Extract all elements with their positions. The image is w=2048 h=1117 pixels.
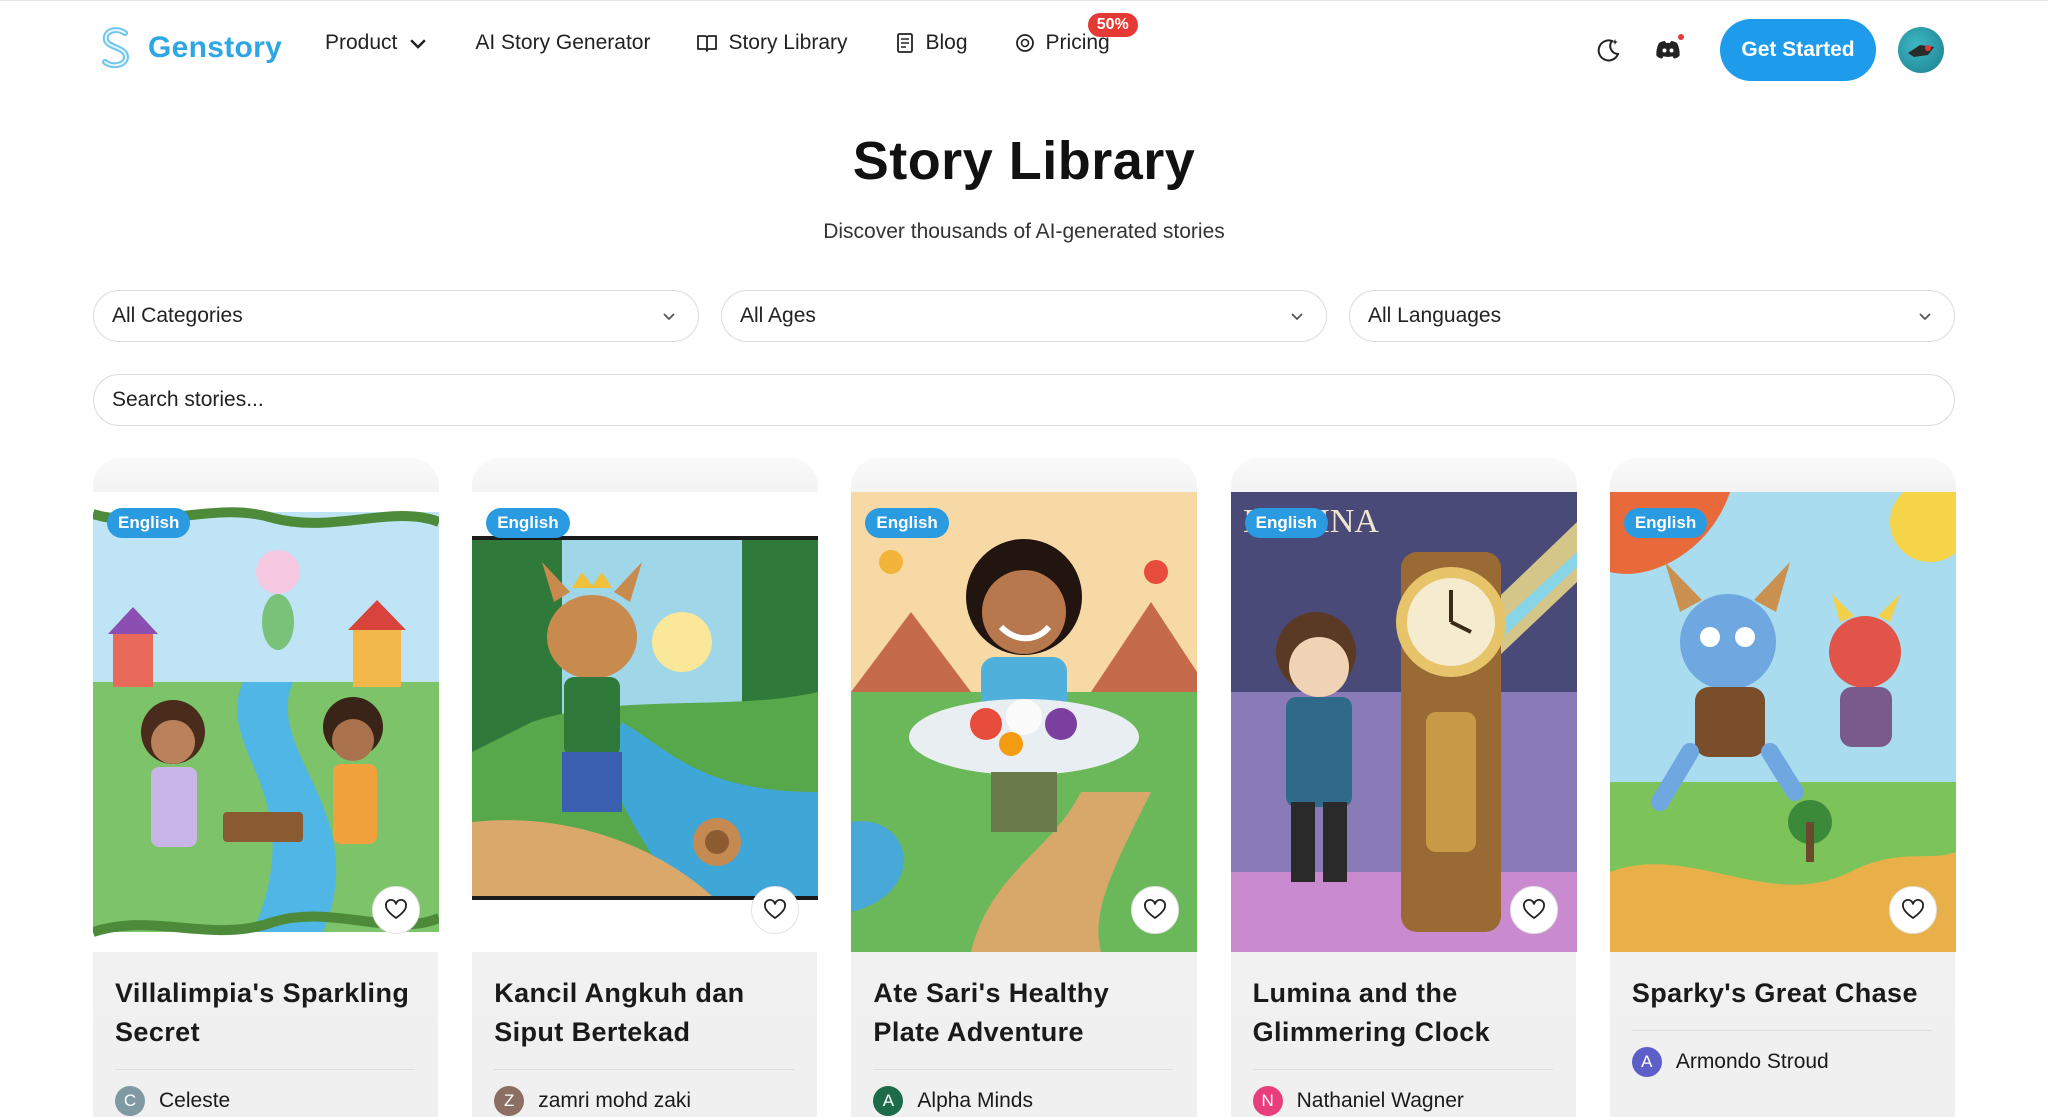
coin-icon (1015, 34, 1034, 52)
nav-story-library[interactable]: Story Library (696, 31, 848, 55)
language-badge: English (486, 508, 570, 538)
user-avatar[interactable] (1898, 27, 1944, 73)
cover-illustration (472, 492, 819, 952)
discord-button[interactable] (1652, 32, 1686, 66)
page-subtitle: Discover thousands of AI-generated stori… (823, 220, 1225, 243)
story-title[interactable]: Ate Sari's Healthy Plate Adventure (873, 974, 1183, 1052)
cover-illustration (93, 492, 439, 952)
language-badge: English (1244, 508, 1329, 538)
category-select-value: All Categories (112, 304, 243, 327)
story-cover-image[interactable] (93, 492, 439, 952)
heart-icon (1143, 899, 1166, 919)
favorite-button[interactable] (372, 886, 421, 934)
chevron-down-icon (1291, 313, 1303, 321)
story-card[interactable]: English Kancil Angkuh dan Siput Bertekad… (472, 458, 819, 1117)
main-nav: Product AI Story Generator Story Library… (325, 13, 1156, 55)
story-author[interactable]: C Celeste (115, 1086, 230, 1116)
cover-illustration: LUMINA (1230, 492, 1577, 952)
get-started-button[interactable]: Get Started (1720, 19, 1876, 81)
author-name: Armondo Stroud (1675, 1050, 1829, 1073)
card-top (93, 458, 439, 492)
nav-ai-generator-label: AI Story Generator (475, 31, 651, 54)
nav-blog-label: Blog (925, 31, 968, 54)
avatar-image (1908, 45, 1934, 57)
language-select[interactable]: All Languages (1349, 290, 1955, 342)
author-avatar: N (1252, 1086, 1283, 1116)
heart-icon (1522, 899, 1545, 919)
card-divider (494, 1069, 795, 1070)
author-name: Alpha Minds (917, 1089, 1033, 1112)
card-top (472, 458, 819, 492)
story-card[interactable]: English Ate Sari's Healthy Plate Adventu… (851, 458, 1198, 1117)
brand-name: Genstory (148, 31, 283, 64)
story-title[interactable]: Lumina and the Glimmering Clock (1253, 974, 1563, 1052)
category-select[interactable]: All Categories (93, 290, 699, 342)
story-card[interactable]: English Villalimpia's Sparkling Secret C… (93, 458, 439, 1117)
book-icon (697, 35, 718, 52)
header-actions: Get Started (1592, 19, 2048, 81)
nav-product[interactable]: Product (325, 31, 429, 55)
document-icon (896, 33, 913, 53)
page-title: Story Library (852, 131, 1196, 191)
age-select-value: All Ages (740, 304, 816, 327)
author-avatar: Z (494, 1086, 525, 1116)
story-card[interactable]: LUMINA English Lumina and the Glimmering… (1230, 458, 1577, 1117)
language-badge: English (865, 508, 949, 538)
chevron-down-icon (410, 39, 427, 49)
nav-story-library-label: Story Library (728, 31, 848, 54)
card-top (1230, 458, 1577, 492)
nav-pricing[interactable]: Pricing 50% (1014, 13, 1138, 55)
chevron-down-icon (1919, 313, 1931, 321)
card-divider (873, 1069, 1174, 1070)
story-cover-image[interactable] (472, 492, 819, 952)
story-title[interactable]: Kancil Angkuh dan Siput Bertekad (494, 974, 804, 1052)
card-divider (1252, 1069, 1553, 1070)
story-title[interactable]: Sparky's Great Chase (1632, 974, 1942, 1013)
search-input[interactable] (93, 374, 1955, 426)
favorite-button[interactable] (1889, 886, 1938, 934)
card-top (851, 458, 1198, 492)
story-author[interactable]: Z zamri mohd zaki (494, 1086, 691, 1116)
cover-illustration (1609, 492, 1956, 952)
story-card[interactable]: English Sparky's Great Chase A Armondo S… (1609, 458, 1956, 1117)
top-navigation: Genstory Product AI Story Generator Stor… (0, 0, 2048, 98)
age-select[interactable]: All Ages (721, 290, 1327, 342)
chevron-down-icon (663, 313, 675, 321)
brand-logo[interactable]: Genstory (98, 27, 282, 69)
story-cover-image[interactable]: LUMINA (1230, 492, 1577, 952)
discount-badge: 50% (1087, 13, 1138, 37)
story-grid: English Villalimpia's Sparkling Secret C… (93, 458, 1956, 1117)
card-divider (1631, 1030, 1932, 1031)
language-select-value: All Languages (1368, 304, 1502, 327)
author-avatar: A (873, 1086, 904, 1116)
logo-icon (102, 27, 130, 69)
story-author[interactable]: A Armondo Stroud (1631, 1047, 1829, 1077)
story-author[interactable]: N Nathaniel Wagner (1252, 1086, 1464, 1116)
language-badge: English (1623, 508, 1708, 538)
notification-dot (1676, 32, 1686, 42)
story-author[interactable]: A Alpha Minds (873, 1086, 1033, 1116)
favorite-button[interactable] (1130, 886, 1179, 934)
author-name: Nathaniel Wagner (1296, 1089, 1464, 1112)
language-badge: English (107, 508, 191, 538)
nav-ai-story-generator[interactable]: AI Story Generator (475, 31, 650, 55)
nav-product-label: Product (325, 31, 398, 54)
card-divider (115, 1069, 415, 1070)
filter-bar: All Categories All Ages All Languages (93, 290, 1955, 342)
story-cover-image[interactable] (1609, 492, 1956, 952)
heart-icon (385, 899, 408, 919)
heart-icon (764, 899, 787, 919)
author-name: Celeste (159, 1089, 231, 1112)
favorite-button[interactable] (1509, 886, 1558, 934)
story-cover-image[interactable] (851, 492, 1198, 952)
story-title[interactable]: Villalimpia's Sparkling Secret (115, 974, 425, 1052)
author-avatar: A (1631, 1047, 1662, 1077)
cover-illustration (851, 492, 1198, 952)
nav-blog[interactable]: Blog (894, 31, 968, 55)
author-name: zamri mohd zaki (538, 1089, 692, 1112)
card-top (1609, 458, 1956, 492)
heart-icon (1902, 899, 1924, 919)
moon-icon[interactable] (1592, 34, 1624, 66)
author-avatar: C (115, 1086, 145, 1116)
